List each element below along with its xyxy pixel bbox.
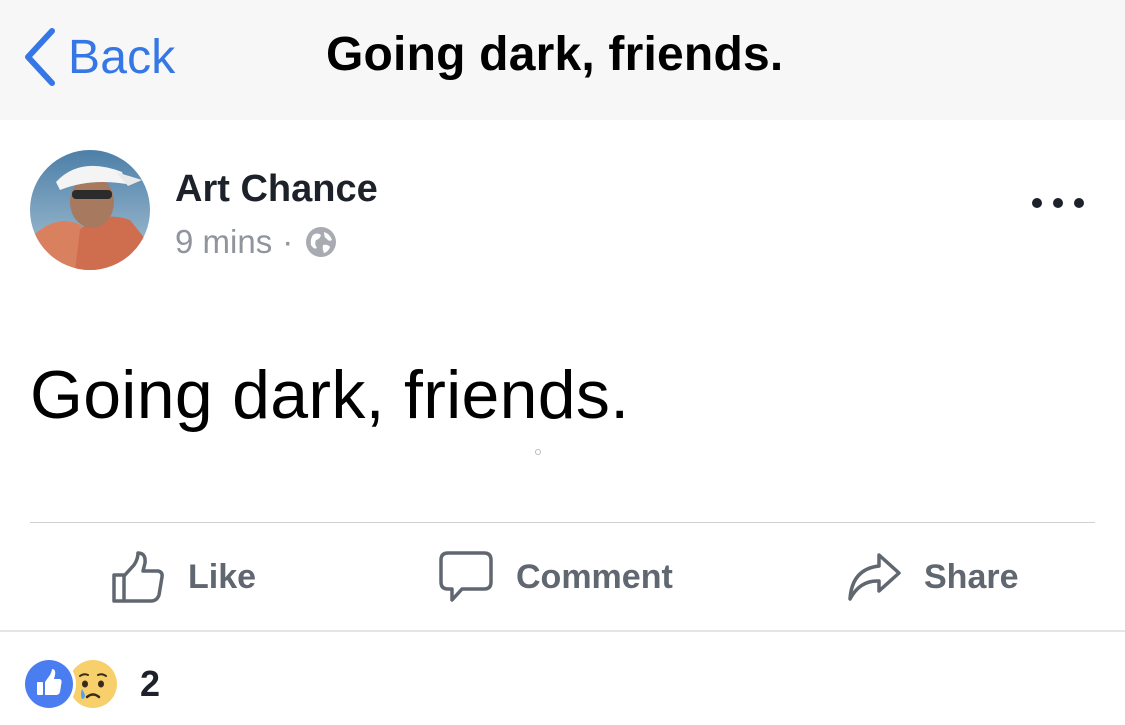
chevron-left-icon [25, 28, 55, 86]
comment-bubble-icon [439, 551, 493, 602]
decorative-speck [535, 449, 541, 455]
author-name[interactable]: Art Chance [175, 168, 378, 211]
like-button[interactable]: Like [110, 545, 256, 609]
post-text: Going dark, friends. [30, 357, 630, 433]
post-meta: 9 mins · [175, 222, 337, 262]
meta-separator: · [282, 223, 294, 260]
post-timestamp[interactable]: 9 mins [175, 223, 272, 261]
divider [30, 522, 1095, 523]
avatar[interactable] [30, 150, 150, 270]
more-dot-icon [1053, 198, 1063, 208]
share-arrow-icon [848, 553, 901, 601]
reaction-count: 2 [140, 663, 161, 704]
more-options-button[interactable] [1026, 186, 1090, 220]
more-dot-icon [1074, 198, 1084, 208]
reaction-summary[interactable]: 2 [22, 656, 160, 712]
back-label: Back [68, 30, 176, 84]
like-reaction-icon [22, 657, 76, 711]
share-label: Share [924, 557, 1019, 596]
more-dot-icon [1032, 198, 1042, 208]
comment-label: Comment [516, 557, 673, 596]
share-button[interactable]: Share [846, 545, 1019, 609]
divider [0, 630, 1125, 632]
page-title: Going dark, friends. [326, 28, 784, 81]
globe-icon [306, 227, 337, 257]
like-label: Like [188, 557, 257, 596]
thumbs-up-icon [112, 551, 164, 603]
comment-button[interactable]: Comment [438, 545, 673, 609]
navigation-bar: Back Going dark, friends. [0, 0, 1125, 120]
back-button[interactable]: Back [22, 22, 176, 92]
